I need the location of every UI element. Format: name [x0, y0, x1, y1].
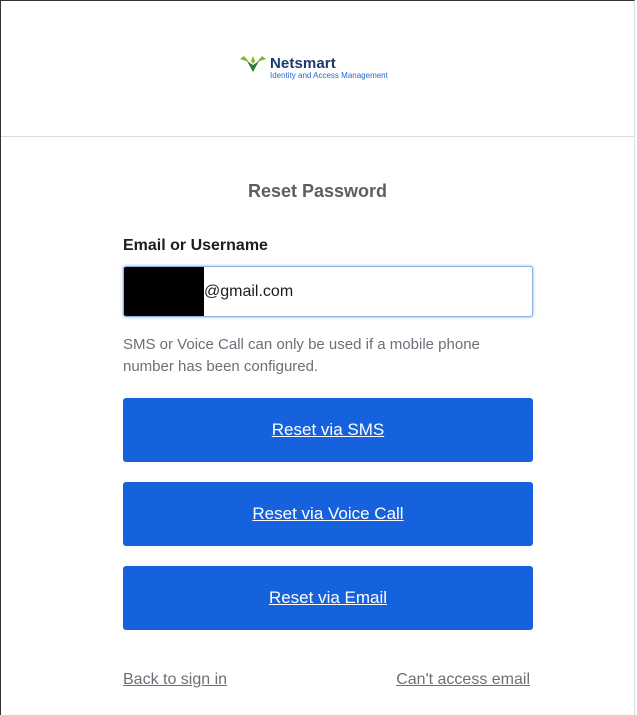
email-field[interactable] [123, 266, 533, 317]
sms-voice-hint: SMS or Voice Call can only be used if a … [123, 336, 480, 375]
reset-password-panel: Netsmart Identity and Access Management … [0, 0, 635, 715]
netsmart-logo: Netsmart Identity and Access Management [238, 56, 388, 80]
header: Netsmart Identity and Access Management [1, 1, 634, 137]
reset-via-voice-call-button[interactable]: Reset via Voice Call [123, 482, 533, 546]
reset-via-email-button[interactable]: Reset via Email [123, 566, 533, 630]
netsmart-leaf-icon [240, 56, 266, 72]
brand-name: Netsmart [270, 55, 336, 72]
brand-subtitle: Identity and Access Management [270, 71, 388, 80]
cant-access-email-link[interactable]: Can't access email [396, 671, 530, 689]
reset-via-sms-button[interactable]: Reset via SMS [123, 398, 533, 462]
page-title: Reset Password [247, 181, 388, 201]
email-input[interactable] [204, 267, 530, 316]
back-to-sign-in-link[interactable]: Back to sign in [123, 671, 227, 689]
redacted-text-block [124, 267, 204, 316]
email-label: Email or Username [123, 237, 268, 254]
